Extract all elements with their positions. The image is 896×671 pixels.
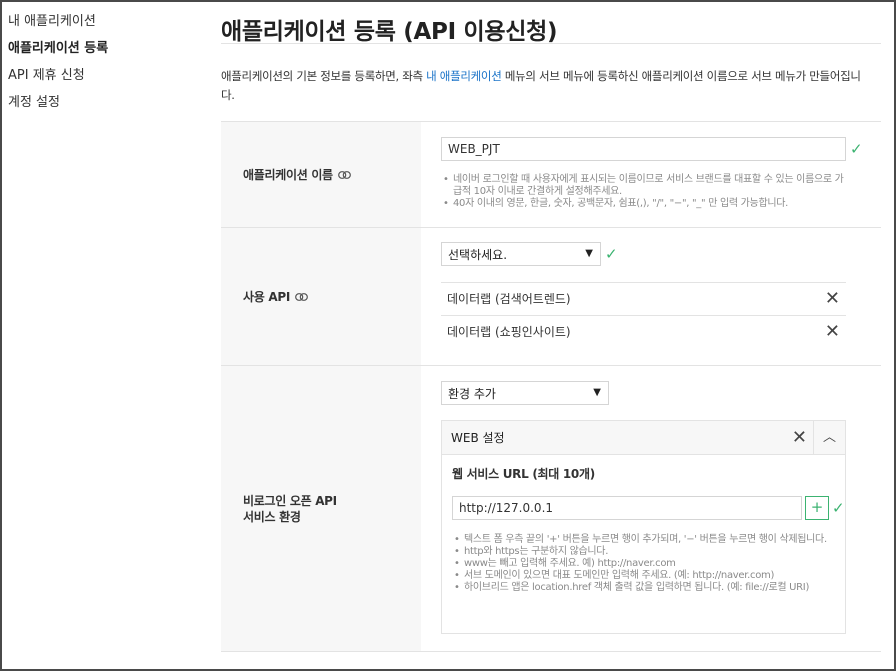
page-title: 애플리케이션 등록 (API 이용신청) xyxy=(221,0,881,45)
sidebar-item-account-settings[interactable]: 계정 설정 xyxy=(8,93,208,120)
close-icon[interactable]: ✕ xyxy=(792,421,807,455)
url-valid-check-icon: ✓ xyxy=(832,499,845,517)
web-url-hint: 하이브리드 앱은 location.href 객체 출력 값을 입력하면 됩니다… xyxy=(452,582,832,594)
service-env-content: 환경 추가 ▼ WEB 설정 ✕ ︿ 웹 서비스 URL (최대 10개) + … xyxy=(421,366,881,651)
service-env-row: 비로그인 오픈 API 서비스 환경 환경 추가 ▼ WEB 설정 ✕ ︿ 웹 서… xyxy=(221,366,881,652)
api-row: 사용 API 선택하세요. ▼ ✓ 데이터랩 (검색어트렌드) ✕ 데이터랩 (… xyxy=(221,228,881,366)
web-url-hint: 서브 도메인이 있으면 대표 도메인만 입력해 주세요. (예: http://… xyxy=(452,570,832,582)
api-select[interactable]: 선택하세요. ▼ xyxy=(441,242,601,266)
app-name-valid-check-icon: ✓ xyxy=(850,140,863,158)
app-name-label: 애플리케이션 이름 xyxy=(221,122,421,227)
sidebar-item-api-partnership[interactable]: API 제휴 신청 xyxy=(8,66,208,93)
service-env-label: 비로그인 오픈 API 서비스 환경 xyxy=(221,366,421,651)
web-settings-body: 웹 서비스 URL (최대 10개) + ✓ 텍스트 폼 우측 끝의 '+' 버… xyxy=(442,455,845,633)
api-label: 사용 API xyxy=(221,228,421,365)
add-url-button[interactable]: + xyxy=(805,496,829,520)
main-content: 애플리케이션 등록 (API 이용신청) 애플리케이션의 기본 정보를 등록하면… xyxy=(221,0,881,652)
page-description: 애플리케이션의 기본 정보를 등록하면, 좌측 내 애플리케이션 메뉴의 서브 … xyxy=(221,69,861,102)
caret-down-icon: ▼ xyxy=(585,248,593,259)
link-icon xyxy=(295,292,308,301)
remove-icon[interactable]: ✕ xyxy=(825,316,840,348)
web-settings-panel: WEB 설정 ✕ ︿ 웹 서비스 URL (최대 10개) + ✓ 텍스트 폼 … xyxy=(441,420,846,634)
api-list: 데이터랩 (검색어트렌드) ✕ 데이터랩 (쇼핑인사이트) ✕ xyxy=(441,282,846,348)
web-url-hint: www는 빼고 입력해 주세요. 예) http://naver.com xyxy=(452,558,832,570)
web-url-hint: http와 https는 구분하지 않습니다. xyxy=(452,546,832,558)
registration-form: 애플리케이션 이름 ✓ 네이버 로그인할 때 사용자에게 표시되는 이름이므로 … xyxy=(221,121,881,652)
sidebar-item-register-application[interactable]: 애플리케이션 등록 xyxy=(8,39,208,66)
link-icon xyxy=(337,170,351,179)
app-name-input[interactable] xyxy=(441,137,846,161)
remove-icon[interactable]: ✕ xyxy=(825,283,840,315)
chevron-up-icon[interactable]: ︿ xyxy=(813,421,845,454)
sidebar-item-my-applications[interactable]: 내 애플리케이션 xyxy=(8,12,208,39)
env-add-select[interactable]: 환경 추가 ▼ xyxy=(441,381,609,405)
sidebar: 내 애플리케이션 애플리케이션 등록 API 제휴 신청 계정 설정 xyxy=(8,12,208,120)
web-url-hint: 텍스트 폼 우측 끝의 '+' 버튼을 누르면 행이 추가되며, '−' 버튼을… xyxy=(452,534,832,546)
web-url-title: 웹 서비스 URL (최대 10개) xyxy=(452,467,595,481)
app-name-hint: 네이버 로그인할 때 사용자에게 표시되는 이름이므로 서비스 브랜드를 대표할… xyxy=(441,174,846,198)
caret-down-icon: ▼ xyxy=(593,387,601,398)
api-list-item: 데이터랩 (검색어트렌드) ✕ xyxy=(441,282,846,315)
api-content: 선택하세요. ▼ ✓ 데이터랩 (검색어트렌드) ✕ 데이터랩 (쇼핑인사이트)… xyxy=(421,228,881,365)
web-url-input[interactable] xyxy=(452,496,802,520)
app-name-content: ✓ 네이버 로그인할 때 사용자에게 표시되는 이름이므로 서비스 브랜드를 대… xyxy=(421,122,881,227)
app-name-hint: 40자 이내의 영문, 한글, 숫자, 공백문자, 쉼표(,), "/", "−… xyxy=(441,198,846,210)
web-url-hints: 텍스트 폼 우측 끝의 '+' 버튼을 누르면 행이 추가되며, '−' 버튼을… xyxy=(452,534,832,594)
app-name-hints: 네이버 로그인할 때 사용자에게 표시되는 이름이므로 서비스 브랜드를 대표할… xyxy=(441,174,846,210)
web-settings-header: WEB 설정 ✕ ︿ xyxy=(442,421,845,455)
my-applications-link[interactable]: 내 애플리케이션 xyxy=(426,69,502,83)
app-name-row: 애플리케이션 이름 ✓ 네이버 로그인할 때 사용자에게 표시되는 이름이므로 … xyxy=(221,122,881,228)
api-valid-check-icon: ✓ xyxy=(605,245,618,263)
api-list-item: 데이터랩 (쇼핑인사이트) ✕ xyxy=(441,315,846,348)
